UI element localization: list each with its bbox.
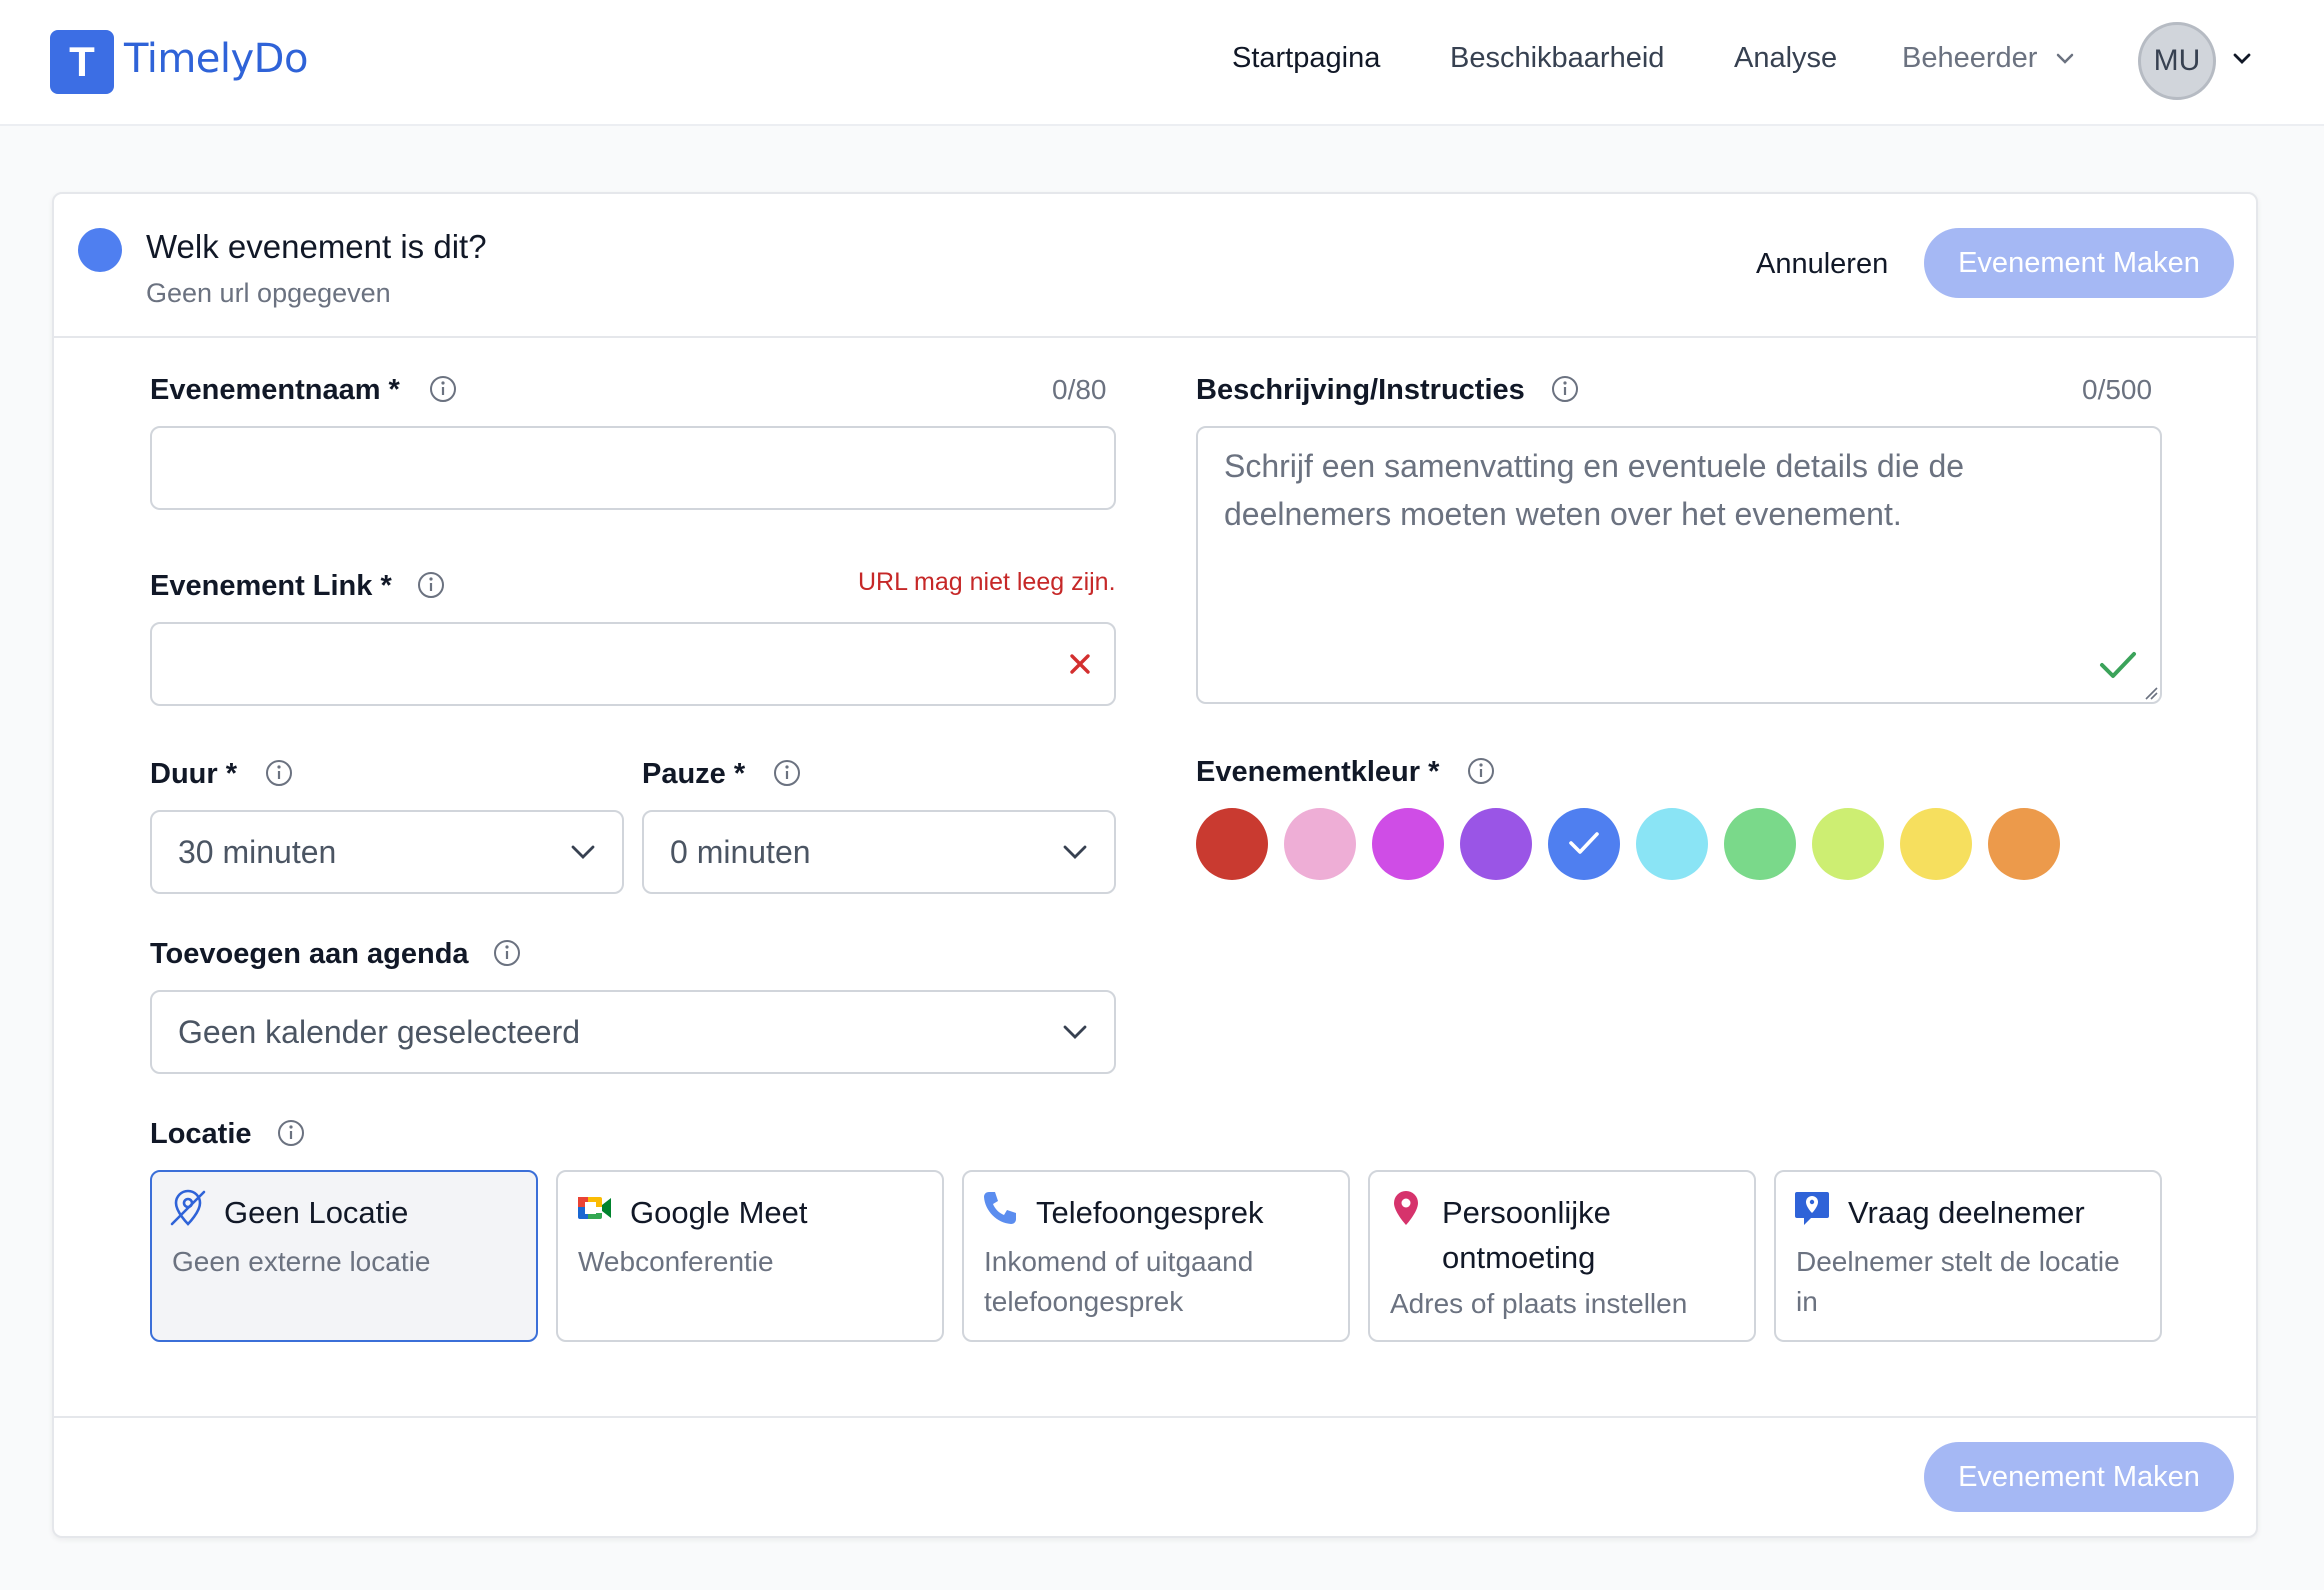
event-name-counter: 0/80 <box>1052 374 1107 405</box>
chevron-down-icon <box>571 845 595 859</box>
event-color-indicator <box>78 228 122 272</box>
cancel-button[interactable]: Annuleren <box>1756 248 1888 281</box>
nav-startpagina[interactable]: Startpagina <box>1232 42 1380 75</box>
card-header: Welk evenement is dit? Geen url opgegeve… <box>54 194 2256 338</box>
chevron-down-icon <box>1063 1025 1087 1039</box>
color-swatch-magenta[interactable] <box>1372 808 1444 880</box>
description-counter: 0/500 <box>2082 374 2153 405</box>
event-name-label: Evenementnaam * <box>150 374 400 406</box>
info-icon[interactable] <box>264 758 294 788</box>
event-name-input[interactable] <box>150 426 1116 510</box>
color-swatch-blue[interactable] <box>1548 808 1620 880</box>
color-swatch-cyan[interactable] <box>1636 808 1708 880</box>
info-icon[interactable] <box>276 1118 306 1148</box>
color-swatch-lime[interactable] <box>1812 808 1884 880</box>
nav-beheerder-label: Beheerder <box>1902 42 2038 74</box>
info-icon[interactable] <box>1466 756 1496 786</box>
event-color-label: Evenementkleur * <box>1196 756 1440 788</box>
location-option-in-person[interactable]: Persoonlijke ontmoeting Adres of plaats … <box>1368 1170 1756 1342</box>
event-link-label: Evenement Link * <box>150 570 392 602</box>
info-icon[interactable] <box>772 758 802 788</box>
info-icon[interactable] <box>1550 374 1580 404</box>
location-option-title: Google Meet <box>630 1195 808 1230</box>
color-swatch-purple[interactable] <box>1460 808 1532 880</box>
location-option-title: Geen Locatie <box>224 1195 409 1230</box>
location-option-title: Persoonlijke ontmoeting <box>1442 1195 1611 1275</box>
calendar-value: Geen kalender geselecteerd <box>178 1014 581 1050</box>
google-meet-icon <box>578 1197 611 1219</box>
resize-handle-icon[interactable] <box>2144 686 2158 700</box>
nav-beheerder-dropdown[interactable]: Beheerder <box>1902 42 2074 75</box>
account-chevron-down-icon[interactable] <box>2232 52 2252 66</box>
color-swatch-yellow[interactable] <box>1900 808 1972 880</box>
nav-beschikbaarheid[interactable]: Beschikbaarheid <box>1450 42 1664 75</box>
event-link-error: URL mag niet leeg zijn. <box>858 568 1116 596</box>
duration-label: Duur * <box>150 758 237 790</box>
event-url-status: Geen url opgegeven <box>146 278 391 308</box>
event-link-input[interactable] <box>150 622 1116 706</box>
color-swatch-red[interactable] <box>1196 808 1268 880</box>
description-label: Beschrijving/Instructies <box>1196 374 1525 406</box>
location-option-google-meet[interactable]: Google Meet Webconferentie <box>556 1170 944 1342</box>
pause-value: 0 minuten <box>670 834 811 870</box>
description-textarea[interactable]: Schrijf een samenvatting en eventuele de… <box>1196 426 2162 704</box>
create-event-button-top[interactable]: Evenement Maken <box>1924 228 2234 298</box>
location-option-title: Vraag deelnemer <box>1848 1195 2085 1230</box>
checkmark-icon <box>1569 832 1599 854</box>
top-navigation: T TimelyDo Startpagina Beschikbaarheid A… <box>0 0 2324 126</box>
calendar-select[interactable]: Geen kalender geselecteerd <box>150 990 1116 1074</box>
chevron-down-icon <box>2056 54 2073 65</box>
valid-check-icon <box>2100 652 2136 678</box>
app-name[interactable]: TimelyDo <box>124 36 308 82</box>
location-option-subtitle: Adres of plaats instellen <box>1390 1288 1688 1319</box>
location-option-title: Telefoongesprek <box>1036 1195 1264 1230</box>
app-logo[interactable]: T <box>50 30 114 94</box>
location-option-subtitle: Webconferentie <box>578 1246 774 1277</box>
location-option-subtitle: Inkomend of uitgaand telefoongesprek <box>984 1246 1254 1317</box>
pause-label: Pauze * <box>642 758 746 790</box>
info-icon[interactable] <box>416 570 446 600</box>
no-location-icon <box>170 1189 206 1226</box>
location-option-phone[interactable]: Telefoongesprek Inkomend of uitgaand tel… <box>962 1170 1350 1342</box>
location-option-subtitle: Geen externe locatie <box>172 1246 431 1277</box>
location-option-ask-invitee[interactable]: Vraag deelnemer Deelnemer stelt de locat… <box>1774 1170 2162 1342</box>
clear-error-icon[interactable] <box>1068 652 1092 676</box>
nav-analyse[interactable]: Analyse <box>1734 42 1837 75</box>
info-icon[interactable] <box>428 374 458 404</box>
chevron-down-icon <box>1063 845 1087 859</box>
location-label: Locatie <box>150 1118 252 1150</box>
duration-value: 30 minuten <box>178 834 337 870</box>
color-swatch-pink[interactable] <box>1284 808 1356 880</box>
event-title: Welk evenement is dit? <box>146 228 487 265</box>
location-option-none[interactable]: Geen Locatie Geen externe locatie <box>150 1170 538 1342</box>
event-form-card: Welk evenement is dit? Geen url opgegeve… <box>52 192 2258 1538</box>
color-swatch-green[interactable] <box>1724 808 1796 880</box>
description-placeholder: Schrijf een samenvatting en eventuele de… <box>1224 448 1965 532</box>
ask-location-icon <box>1795 1192 1829 1225</box>
color-swatch-orange[interactable] <box>1988 808 2060 880</box>
info-icon[interactable] <box>492 938 522 968</box>
duration-select[interactable]: 30 minuten <box>150 810 624 894</box>
location-option-subtitle: Deelnemer stelt de locatie in <box>1796 1246 2120 1317</box>
create-event-button-bottom[interactable]: Evenement Maken <box>1924 1442 2234 1512</box>
calendar-label: Toevoegen aan agenda <box>150 938 469 970</box>
user-avatar[interactable]: MU <box>2138 22 2216 100</box>
card-footer: Evenement Maken <box>54 1416 2256 1512</box>
phone-icon <box>984 1192 1016 1224</box>
map-pin-icon <box>1394 1191 1418 1225</box>
pause-select[interactable]: 0 minuten <box>642 810 1116 894</box>
